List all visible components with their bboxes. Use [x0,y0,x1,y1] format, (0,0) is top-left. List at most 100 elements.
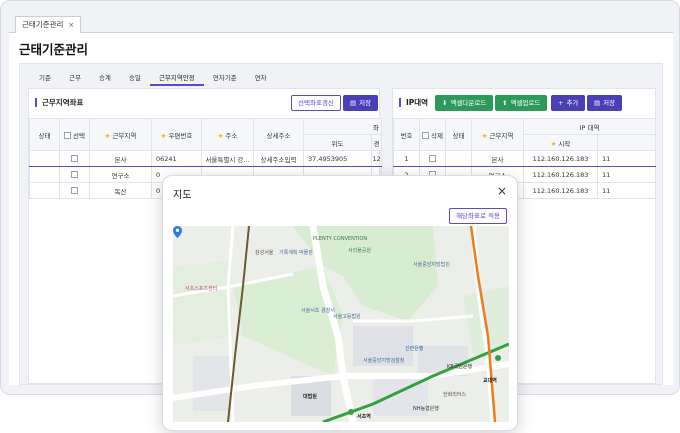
row-lat: 37.4953905 [303,150,372,167]
row-status [29,166,60,183]
col-region-label: 근무지역 [112,131,137,140]
col-lat: 위도 [303,134,372,151]
window-tab[interactable]: 근태기준관리 × [15,16,82,33]
map-label-plenty: PLENTY CONVENTION [313,236,368,242]
col-region: ★ 근무지역 [471,118,524,151]
row-status [445,150,472,167]
col-status: 상태 [445,118,472,151]
col-ip-end [597,134,656,151]
map-label-central-office: 서울서초 경찰서 [301,308,335,314]
col-ip-start-label: 시작 [558,139,571,148]
map-view[interactable]: PLENTY CONVENTION 서리풀공원 삼성서울 기록계획 박물관 서울… [173,226,509,422]
row-checkbox[interactable] [71,171,78,178]
tab-annual-basis[interactable]: 연차기준 [204,72,246,86]
row-checkbox[interactable] [71,155,78,162]
update-coordinates-button[interactable]: 선택좌표갱신 [291,95,341,111]
select-all-checkbox[interactable] [421,132,429,139]
map-modal: 지도 × 해당좌표로 적용 PLENTY CONVENTION 서리풀공원 삼성… [162,175,518,431]
window-tab-label: 근태기준관리 [22,20,64,29]
table-row[interactable]: 본사 06241 서울특별시 강... 상세주소입력 37.4953905 12 [29,150,383,167]
ip-range-panel-title: IP대역 [399,98,428,107]
excel-upload-label: 엑셀업로드 [510,99,541,107]
row-ip-start: 112.160.126.183 [523,150,598,167]
col-address-label: 주소 [225,131,238,140]
row-select[interactable] [59,150,90,167]
row-lng: 12 [370,150,383,167]
row-address: 서울특별시 강... [201,150,254,167]
required-star-icon: ★ [104,131,111,140]
plus-icon: + [558,99,564,107]
map-label-museum: 기록계획 박물관 [279,250,313,256]
row-ip-end: 11 [597,166,656,183]
excel-download-button[interactable]: ⬇ 엑셀다운로드 [435,95,494,111]
save-label: 저장 [603,99,616,107]
modal-title: 지도 [173,190,192,201]
col-no: 번호 [393,118,420,151]
col-delete-label: 삭제 [431,131,444,140]
map-label-high-court: 서울고등법원 [333,314,361,320]
tab-work[interactable]: 근무 [60,72,90,86]
map-label-samsung: 삼성서울 [255,250,274,256]
upload-icon: ⬆ [502,99,508,107]
map-label-prosecutor: 서울중앙지방검찰청 [363,358,405,364]
add-label: 추가 [566,99,579,107]
row-ip-end: 11 [597,150,656,167]
download-icon: ⬇ [442,99,448,107]
row-select[interactable] [59,166,90,183]
col-select[interactable]: 선택 [59,118,90,151]
row-select[interactable] [59,182,90,199]
save-icon: ▤ [594,99,601,107]
tab-basis[interactable]: 기준 [30,72,60,86]
add-button[interactable]: + 추가 [551,95,586,111]
required-star-icon: ★ [217,131,224,140]
col-coord-group: 좌 [302,118,383,135]
map-label-supreme: 대법원 [303,394,317,400]
row-region: 본사 [89,150,152,167]
row-checkbox[interactable] [71,187,78,194]
save-button[interactable]: ▤ 저장 [343,95,379,111]
row-checkbox[interactable] [429,155,436,162]
col-zip: ★ 우편번호 [151,118,202,151]
col-region-label: 근무지역 [489,131,514,140]
select-all-checkbox[interactable] [63,132,71,139]
excel-upload-button[interactable]: ⬆ 엑셀업로드 [495,95,548,111]
map-label-nh: NH농협은행 [413,406,439,412]
col-detail-address: 상세주소 [253,118,304,151]
col-select-label: 선택 [73,131,86,140]
tab-work-region[interactable]: 근무지역안정 [149,72,204,86]
table-row[interactable]: 1 본사 112.160.126.183 11 [393,150,656,167]
map-label-district-court: 서울중앙지방법원 [413,262,450,268]
row-region: 본사 [471,150,524,167]
required-star-icon: ★ [550,139,557,148]
map-label-park: 서리풀공원 [348,248,372,254]
apply-coordinates-button[interactable]: 해당좌표로 적용 [449,208,507,224]
map-label-gyodae: 교대역 [483,378,497,384]
row-ip-end: 11 [597,182,656,199]
map-label-sports: 서초스포츠센터 [185,286,218,292]
save-button[interactable]: ▤ 저장 [587,95,623,111]
col-ip-group: IP 대역 [523,118,656,135]
row-no: 1 [393,150,420,167]
save-label: 저장 [359,99,372,107]
map-label-bank: 신한은행 [405,346,424,352]
close-icon[interactable]: × [68,17,74,33]
subtab-bar: 기준 근무 승계 승일 근무지역안정 연차기준 연차 [30,72,276,86]
location-pin-icon[interactable] [173,226,182,238]
row-zip: 06241 [151,150,202,167]
row-region: 독산 [89,182,152,199]
map-label-seocho: 서초역 [357,414,371,420]
required-star-icon: ★ [160,131,167,140]
col-address: ★ 주소 [201,118,254,151]
close-icon[interactable]: × [497,184,507,198]
col-zip-label: 우편번호 [168,131,193,140]
row-ip-start: 112.160.126.183 [523,166,598,183]
row-status [29,182,60,199]
row-status [29,150,60,167]
map-label-kb: KB국민은행 [447,364,473,370]
col-region: ★ 근무지역 [89,118,152,151]
tab-annual[interactable]: 연차 [246,72,276,86]
tab-succession[interactable]: 승계 [90,72,120,86]
row-delete[interactable] [419,150,446,167]
col-delete[interactable]: 삭제 [419,118,446,151]
tab-approval[interactable]: 승일 [120,72,150,86]
